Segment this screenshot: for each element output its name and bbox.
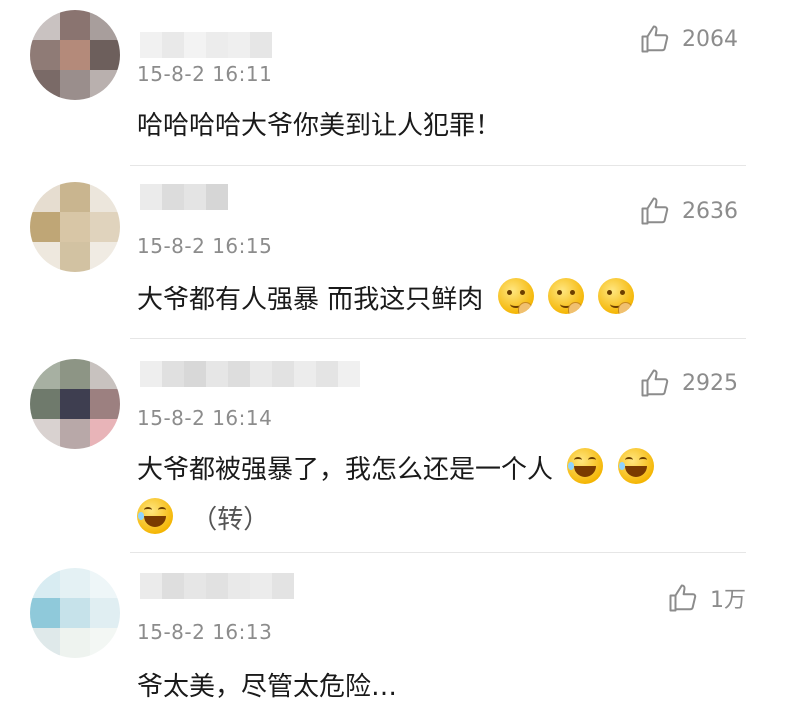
comment-item: 2636 15-8-2 16:15 大爷都有人强暴 而我这只鲜肉: [0, 166, 796, 338]
like-count: 2925: [682, 370, 738, 396]
drool-emoji: [598, 278, 635, 314]
avatar[interactable]: [30, 10, 120, 100]
avatar[interactable]: [30, 568, 120, 658]
thumbs-up-icon: [641, 369, 669, 397]
comment-text-line: 爷太美，尽管太危险…: [137, 672, 398, 702]
thumbs-up-icon: [669, 584, 697, 612]
timestamp: 15-8-2 16:11: [137, 62, 273, 86]
thumbs-up-icon: [641, 197, 669, 225]
timestamp: 15-8-2 16:14: [137, 406, 273, 430]
comment-item: 2064 15-8-2 16:11 哈哈哈哈大爷你美到让人犯罪！: [0, 0, 796, 165]
comment-text-line: 哈哈哈哈大爷你美到让人犯罪！: [137, 111, 502, 141]
like-button[interactable]: 2064: [640, 24, 738, 54]
like-count: 2064: [682, 26, 738, 52]
timestamp: 15-8-2 16:15: [137, 234, 273, 258]
timestamp: 15-8-2 16:13: [137, 620, 273, 644]
like-button[interactable]: 2925: [640, 368, 738, 398]
comment-text-line: （转）: [191, 505, 270, 535]
drool-emoji: [547, 278, 584, 314]
comment-text-row: （转）: [137, 497, 654, 543]
comment-text: 爷太美，尽管太危险…: [137, 664, 397, 710]
thumbs-up-icon: [641, 25, 669, 53]
avatar[interactable]: [30, 182, 120, 272]
like-count: 2636: [682, 198, 738, 224]
comment-text-row: 大爷都被强暴了，我怎么还是一个人: [137, 447, 654, 493]
drool-emoji: [497, 278, 534, 314]
comment-text: 大爷都被强暴了，我怎么还是一个人 （转）: [137, 447, 654, 543]
username-blurred[interactable]: [140, 573, 294, 599]
comment-item: 1万 15-8-2 16:13 爷太美，尽管太危险…: [0, 553, 796, 712]
like-button[interactable]: 1万: [668, 582, 746, 614]
laugh-cry-emoji: [137, 498, 173, 534]
comment-item: 2925 15-8-2 16:14 大爷都被强暴了，我怎么还是一个人 （转）: [0, 339, 796, 552]
like-count: 1万: [710, 588, 746, 613]
username-blurred[interactable]: [140, 184, 228, 210]
laugh-cry-emoji: [567, 448, 604, 484]
avatar[interactable]: [30, 359, 120, 449]
username-blurred[interactable]: [140, 32, 272, 58]
comment-text-line: 大爷都有人强暴 而我这只鲜肉: [137, 285, 484, 315]
comment-text: 大爷都有人强暴 而我这只鲜肉: [137, 277, 635, 323]
username-blurred[interactable]: [140, 361, 360, 387]
comment-text: 哈哈哈哈大爷你美到让人犯罪！: [137, 103, 501, 149]
comment-text-line: 大爷都被强暴了，我怎么还是一个人: [137, 455, 554, 485]
laugh-cry-emoji: [617, 448, 654, 484]
like-button[interactable]: 2636: [640, 196, 738, 226]
